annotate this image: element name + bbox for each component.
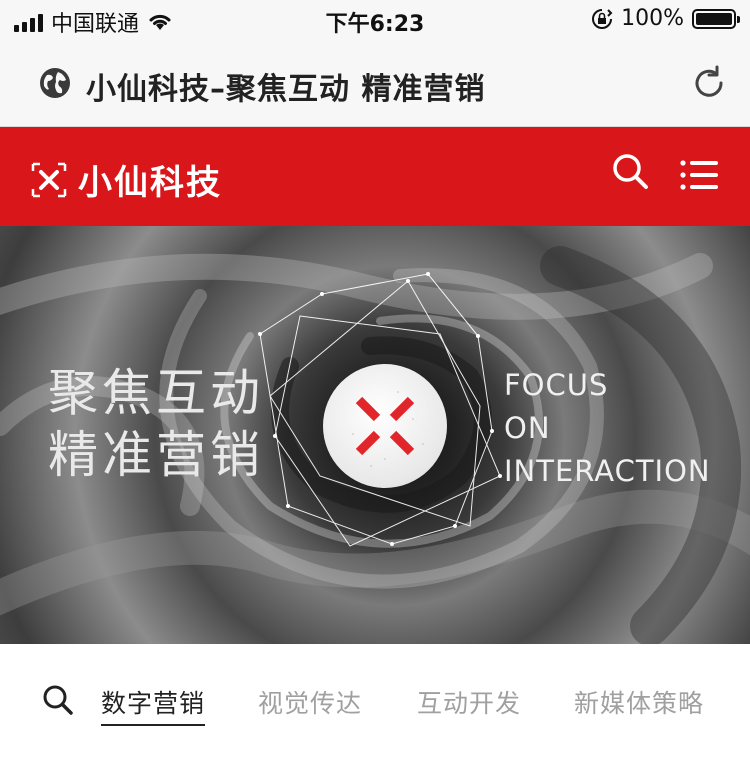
site-header: 小仙科技 xyxy=(0,127,750,226)
hero-cn-line1: 聚焦互动 xyxy=(48,364,264,422)
hero-x-badge xyxy=(323,364,447,488)
hero-banner[interactable]: 聚焦互动 精准营销 FOCUS ON INTERACTION xyxy=(0,226,750,644)
tab-visual-communication[interactable]: 视觉传达 xyxy=(258,684,362,720)
hero-headline-en: FOCUS ON INTERACTION xyxy=(504,364,711,493)
menu-icon[interactable] xyxy=(680,157,720,193)
browser-url-bar[interactable]: 小仙科技–聚焦互动 精准营销 xyxy=(0,40,750,127)
reload-icon[interactable] xyxy=(690,64,728,102)
hero-cn-line2: 精准营销 xyxy=(48,426,264,484)
brand-name: 小仙科技 xyxy=(78,163,222,203)
search-icon[interactable] xyxy=(42,684,74,716)
globe-icon xyxy=(40,68,70,98)
tab-digital-marketing[interactable]: 数字营销 xyxy=(101,684,206,726)
hero-en-line1: FOCUS xyxy=(504,368,609,402)
category-tabs: 数字营销 视觉传达 互动开发 新媒体策略 xyxy=(0,644,750,768)
battery-percent: 100% xyxy=(621,6,684,31)
hero-headline-cn: 聚焦互动 精准营销 xyxy=(48,362,264,486)
tab-new-media-strategy[interactable]: 新媒体策略 xyxy=(574,684,704,720)
status-bar: 中国联通 下午6:23 100% xyxy=(0,0,750,40)
tab-interactive-development[interactable]: 互动开发 xyxy=(417,684,521,720)
page-title: 小仙科技–聚焦互动 精准营销 xyxy=(86,72,486,107)
battery-icon xyxy=(692,8,740,29)
x-logo-icon xyxy=(31,162,67,197)
hero-en-line3: INTERACTION xyxy=(504,454,711,488)
brand-logo[interactable]: 小仙科技 xyxy=(30,155,222,204)
hero-en-line2: ON xyxy=(504,411,551,445)
rotation-lock-icon xyxy=(592,8,613,29)
x-logo-icon xyxy=(352,391,424,467)
status-right: 100% xyxy=(591,6,740,31)
search-icon[interactable] xyxy=(610,151,650,191)
